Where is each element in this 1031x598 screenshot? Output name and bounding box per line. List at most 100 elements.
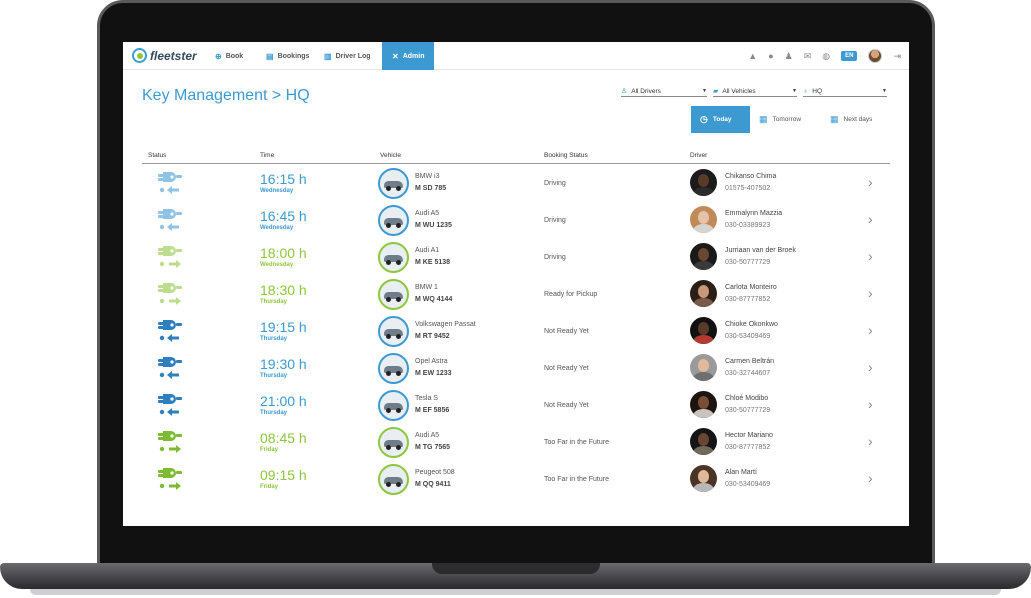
- vehicle-photo: [378, 242, 409, 273]
- driver-phone: 030-53409469: [725, 481, 771, 488]
- car-wheel: [386, 186, 391, 191]
- language-selector[interactable]: EN: [841, 51, 858, 61]
- vehicle-plate: M KE 5138: [415, 259, 451, 266]
- driver-avatar: [690, 428, 717, 455]
- vehicle-photo: [378, 205, 409, 236]
- key-handover-icon: [158, 468, 182, 490]
- vehicle-photo: [378, 427, 409, 458]
- avatar-head: [698, 248, 709, 261]
- nav-item-bookings[interactable]: ▤ Bookings: [266, 42, 309, 70]
- vehicle-name: Audi A1: [415, 247, 440, 254]
- driver-phone: 030-87777852: [725, 296, 771, 303]
- car-wheel: [396, 260, 401, 265]
- chevron-right-icon[interactable]: ›: [868, 285, 873, 301]
- table-row[interactable]: 18:30 h Thursday BMW 1 M WQ 4144 Ready f…: [142, 276, 890, 313]
- logo-text: fleetster: [150, 48, 197, 63]
- chevron-right-icon[interactable]: ›: [868, 433, 873, 449]
- chevron-down-icon: ▼: [792, 88, 797, 94]
- pickup-time: 21:00 h: [260, 393, 307, 409]
- chevron-right-icon[interactable]: ›: [868, 359, 873, 375]
- vehicle-name: Audi A5: [415, 210, 440, 217]
- avatar-body: [693, 335, 714, 344]
- vehicle-plate: M RT 9452: [415, 333, 450, 340]
- pickup-day: Friday: [260, 484, 279, 490]
- car-icon: ▰: [713, 88, 719, 95]
- info-icon[interactable]: ●: [768, 51, 773, 61]
- vehicle-photo: [378, 168, 409, 199]
- booking-status: Driving: [544, 180, 566, 187]
- table-row[interactable]: 09:15 h Friday Peugeot 508 M QQ 9411 Too…: [142, 461, 890, 498]
- vehicle-plate: M EW 1233: [415, 370, 452, 377]
- tab-today[interactable]: ◷ Today: [691, 106, 750, 133]
- logout-icon[interactable]: ⇥: [893, 51, 901, 62]
- table-row[interactable]: 19:30 h Thursday Opel Astra M EW 1233 No…: [142, 350, 890, 387]
- location-filter-value: HQ: [812, 87, 822, 95]
- vehicles-filter[interactable]: ▰ All Vehicles ▼: [713, 86, 797, 97]
- vehicle-name: BMW i3: [415, 173, 440, 180]
- pickup-time: 09:15 h: [260, 467, 307, 483]
- car-wheel: [396, 297, 401, 302]
- mail-icon[interactable]: ✉: [804, 51, 812, 62]
- chevron-right-icon[interactable]: ›: [868, 396, 873, 412]
- pickup-time: 08:45 h: [260, 430, 307, 446]
- nav-item-admin[interactable]: ✕ Admin: [382, 42, 435, 70]
- location-filter[interactable]: ♁ HQ ▼: [803, 86, 887, 97]
- tab-label: Today: [712, 116, 732, 123]
- chevron-right-icon[interactable]: ›: [868, 211, 873, 227]
- header-time: Time: [260, 152, 275, 159]
- top-navigation: fleetster ⊕ Book ▤ Bookings ▥ Driver Log…: [123, 42, 909, 70]
- user-avatar[interactable]: [868, 49, 883, 63]
- header-booking-status: Booking Status: [544, 152, 588, 159]
- pickup-time: 16:45 h: [260, 208, 307, 224]
- chevron-right-icon[interactable]: ›: [868, 322, 873, 338]
- table-row[interactable]: 21:00 h Thursday Tesla S M EF 5856 Not R…: [142, 387, 890, 424]
- calendar-icon: ▦: [759, 114, 768, 124]
- drivers-filter[interactable]: ♙ All Drivers ▼: [621, 86, 707, 97]
- avatar-body: [693, 224, 714, 233]
- avatar-body: [693, 187, 714, 196]
- booking-status: Ready for Pickup: [544, 291, 598, 298]
- avatar-body: [693, 372, 714, 381]
- nav-item-driver-log[interactable]: ▥ Driver Log: [324, 42, 371, 70]
- vehicle-photo: [378, 464, 409, 495]
- wrench-icon: ✕: [392, 51, 399, 61]
- nav-item-label: Bookings: [277, 52, 310, 60]
- chevron-right-icon[interactable]: ›: [868, 174, 873, 190]
- car-wheel: [386, 482, 391, 487]
- vehicle-name: Peugeot 508: [415, 469, 455, 476]
- vehicle-name: Opel Astra: [415, 358, 448, 365]
- table-row[interactable]: 19:15 h Thursday Volkswagen Passat M RT …: [142, 313, 890, 350]
- table-row[interactable]: 16:45 h Wednesday Audi A5 M WU 1235 Driv…: [142, 202, 890, 239]
- fleetster-logo-icon: [132, 48, 147, 63]
- nav-item-book[interactable]: ⊕ Book: [215, 42, 243, 70]
- globe-icon[interactable]: ◍: [822, 51, 830, 62]
- driver-phone: 030-32744607: [725, 370, 771, 377]
- booking-status: Not Ready Yet: [544, 365, 589, 372]
- table-row[interactable]: 18:00 h Wednesday Audi A1 M KE 5138 Driv…: [142, 239, 890, 276]
- warning-icon[interactable]: ▲: [748, 51, 757, 61]
- car-wheel: [396, 371, 401, 376]
- chevron-right-icon[interactable]: ›: [868, 248, 873, 264]
- chevron-right-icon[interactable]: ›: [868, 470, 873, 486]
- car-wheel: [396, 334, 401, 339]
- booking-status: Too Far in the Future: [544, 439, 609, 446]
- location-pin-icon: ♁: [803, 87, 809, 95]
- driver-avatar: [690, 206, 717, 233]
- key-handover-icon: [158, 431, 182, 453]
- driver-name: Chloé Modibo: [725, 395, 769, 402]
- calendar-icon: ▦: [830, 114, 839, 124]
- table-row[interactable]: 16:15 h Wednesday BMW i3 M SD 785 Drivin…: [142, 165, 890, 202]
- pickup-time: 16:15 h: [260, 171, 307, 187]
- pickup-time: 19:15 h: [260, 319, 307, 335]
- fleetster-logo[interactable]: fleetster: [132, 48, 197, 63]
- car-wheel: [386, 371, 391, 376]
- driver-phone: 030-50777729: [725, 407, 771, 414]
- tab-next-days[interactable]: ▦ Next days: [821, 106, 889, 133]
- tab-tomorrow[interactable]: ▦ Tomorrow: [750, 106, 818, 133]
- driver-name: Carlota Monteiro: [725, 284, 777, 291]
- table-row[interactable]: 08:45 h Friday Audi A5 M TG 7565 Too Far…: [142, 424, 890, 461]
- chevron-down-icon: ▼: [702, 88, 707, 94]
- bell-icon[interactable]: ♟: [785, 51, 793, 62]
- table-header: Status Time Vehicle Booking Status Drive…: [142, 150, 890, 164]
- booking-status: Not Ready Yet: [544, 402, 589, 409]
